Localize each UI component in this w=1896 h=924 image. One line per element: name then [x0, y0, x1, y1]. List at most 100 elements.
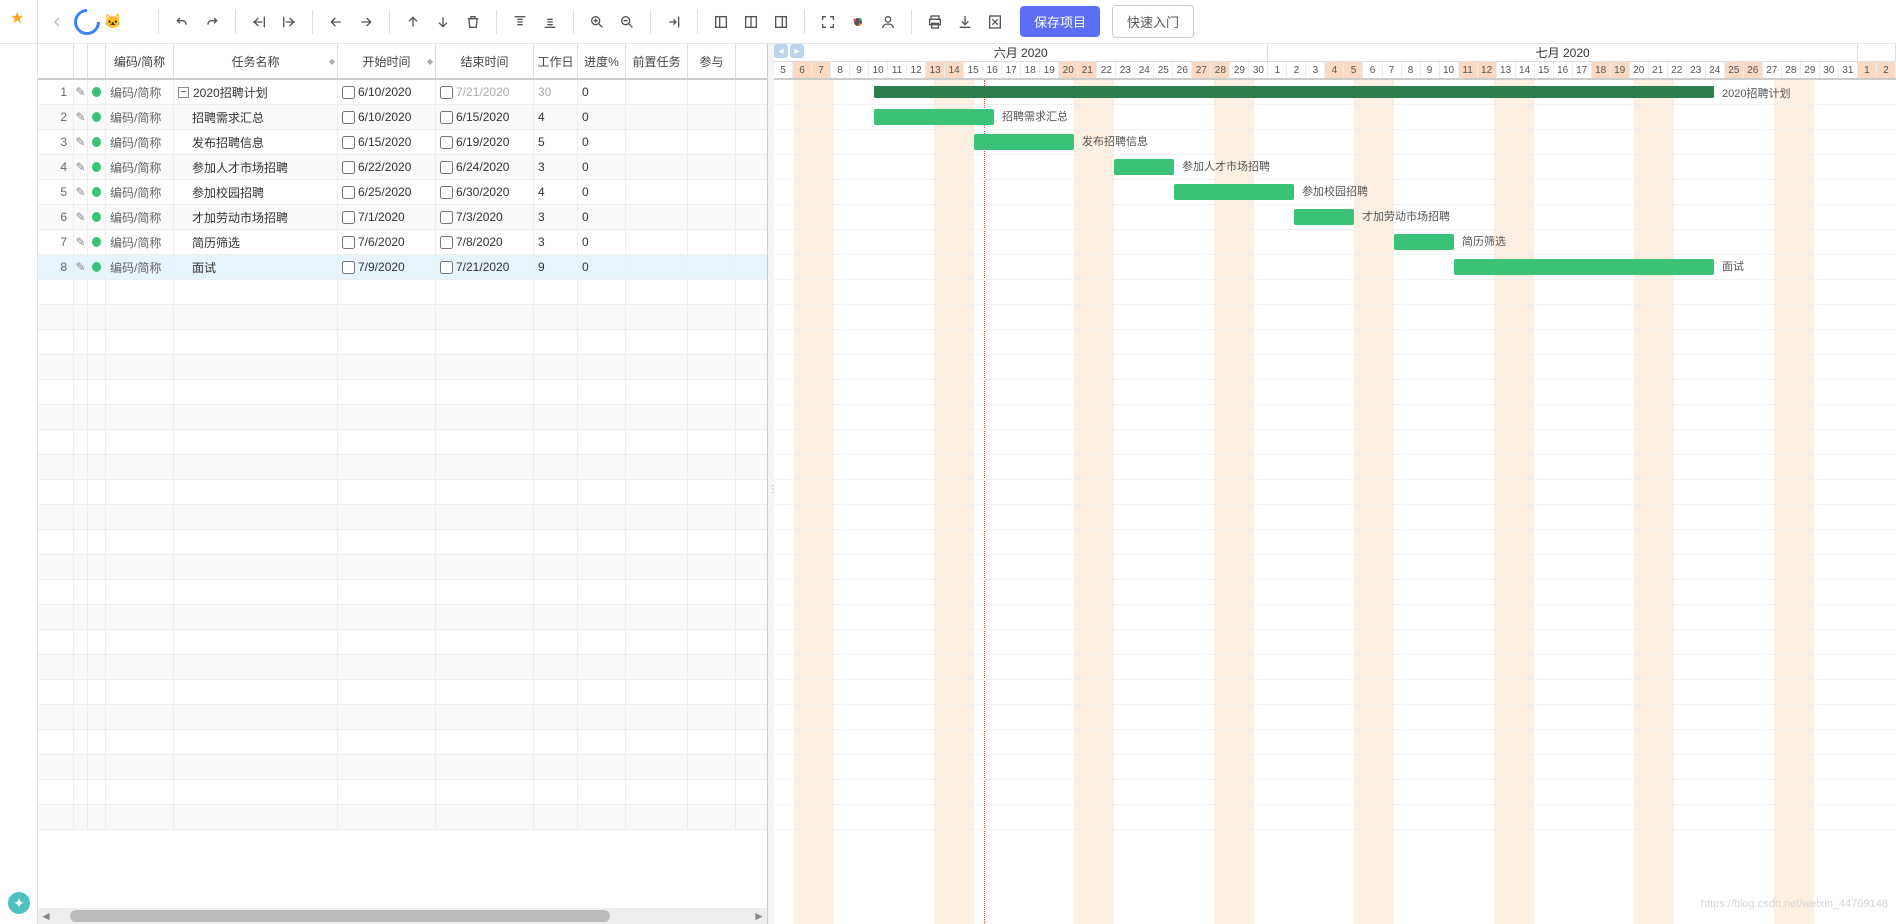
collapse-icon[interactable]: −: [178, 87, 189, 98]
gantt-row[interactable]: [774, 705, 1896, 730]
col-name[interactable]: 任务名称◆: [174, 44, 338, 78]
empty-row[interactable]: [38, 280, 767, 305]
cell-start[interactable]: 7/9/2020: [338, 255, 436, 279]
start-lock-checkbox[interactable]: [342, 86, 355, 99]
edit-icon[interactable]: ✎: [74, 130, 88, 154]
gantt-row[interactable]: 才加劳动市场招聘: [774, 205, 1896, 230]
col-end[interactable]: 结束时间: [436, 44, 534, 78]
task-row[interactable]: 8 ✎ 编码/简称 面试 7/9/2020 7/21/2020 9 0: [38, 255, 767, 280]
cell-predecessor[interactable]: [626, 130, 688, 154]
cell-name[interactable]: −2020招聘计划: [174, 80, 338, 104]
empty-row[interactable]: [38, 805, 767, 830]
layout-2-icon[interactable]: [738, 9, 764, 35]
edit-icon[interactable]: ✎: [74, 255, 88, 279]
export-excel-icon[interactable]: [982, 9, 1008, 35]
redo-icon[interactable]: [199, 9, 225, 35]
layout-3-icon[interactable]: [768, 9, 794, 35]
task-row[interactable]: 4 ✎ 编码/简称 参加人才市场招聘 6/22/2020 6/24/2020 3…: [38, 155, 767, 180]
gantt-row[interactable]: [774, 780, 1896, 805]
task-row[interactable]: 1 ✎ 编码/简称 −2020招聘计划 6/10/2020 7/21/2020 …: [38, 80, 767, 105]
align-bottom-icon[interactable]: [537, 9, 563, 35]
task-bar[interactable]: 招聘需求汇总: [874, 109, 994, 125]
undo-icon[interactable]: [169, 9, 195, 35]
goto-task-icon[interactable]: [661, 9, 687, 35]
move-up-icon[interactable]: [400, 9, 426, 35]
empty-row[interactable]: [38, 505, 767, 530]
cell-predecessor[interactable]: [626, 255, 688, 279]
col-resource[interactable]: 参与: [688, 44, 736, 78]
start-lock-checkbox[interactable]: [342, 161, 355, 174]
cell-progress[interactable]: 0: [578, 180, 626, 204]
move-left-icon[interactable]: [323, 9, 349, 35]
gantt-row[interactable]: [774, 730, 1896, 755]
outdent-icon[interactable]: [246, 9, 272, 35]
gantt-row[interactable]: 简历筛选: [774, 230, 1896, 255]
gantt-row[interactable]: [774, 655, 1896, 680]
gantt-row[interactable]: [774, 330, 1896, 355]
start-lock-checkbox[interactable]: [342, 211, 355, 224]
cell-days[interactable]: 3: [534, 230, 578, 254]
cell-progress[interactable]: 0: [578, 130, 626, 154]
cell-name[interactable]: 参加人才市场招聘: [174, 155, 338, 179]
cell-resource[interactable]: [688, 155, 736, 179]
cell-resource[interactable]: [688, 180, 736, 204]
empty-row[interactable]: [38, 380, 767, 405]
fullscreen-icon[interactable]: [815, 9, 841, 35]
cell-progress[interactable]: 0: [578, 255, 626, 279]
cell-resource[interactable]: [688, 230, 736, 254]
edit-icon[interactable]: ✎: [74, 155, 88, 179]
task-row[interactable]: 5 ✎ 编码/简称 参加校园招聘 6/25/2020 6/30/2020 4 0: [38, 180, 767, 205]
empty-row[interactable]: [38, 755, 767, 780]
cell-end[interactable]: 7/3/2020: [436, 205, 534, 229]
gantt-row[interactable]: [774, 455, 1896, 480]
gantt-row[interactable]: [774, 580, 1896, 605]
move-down-icon[interactable]: [430, 9, 456, 35]
edit-icon[interactable]: ✎: [74, 80, 88, 104]
gantt-row[interactable]: [774, 380, 1896, 405]
edit-icon[interactable]: ✎: [74, 230, 88, 254]
empty-row[interactable]: [38, 705, 767, 730]
end-lock-checkbox[interactable]: [440, 161, 453, 174]
gantt-row[interactable]: [774, 605, 1896, 630]
gantt-row[interactable]: [774, 680, 1896, 705]
empty-row[interactable]: [38, 455, 767, 480]
gantt-row[interactable]: [774, 530, 1896, 555]
empty-row[interactable]: [38, 355, 767, 380]
gantt-row[interactable]: 2020招聘计划: [774, 80, 1896, 105]
start-lock-checkbox[interactable]: [342, 111, 355, 124]
cell-name[interactable]: 才加劳动市场招聘: [174, 205, 338, 229]
gantt-row[interactable]: [774, 505, 1896, 530]
cell-code[interactable]: 编码/简称: [106, 205, 174, 229]
cell-start[interactable]: 6/10/2020: [338, 105, 436, 129]
cell-resource[interactable]: [688, 130, 736, 154]
cell-predecessor[interactable]: [626, 205, 688, 229]
empty-row[interactable]: [38, 530, 767, 555]
end-lock-checkbox[interactable]: [440, 186, 453, 199]
gantt-row[interactable]: 参加校园招聘: [774, 180, 1896, 205]
cell-code[interactable]: 编码/简称: [106, 105, 174, 129]
end-lock-checkbox[interactable]: [440, 261, 453, 274]
empty-row[interactable]: [38, 330, 767, 355]
cell-days[interactable]: 30: [534, 80, 578, 104]
cell-progress[interactable]: 0: [578, 105, 626, 129]
grid-body[interactable]: 1 ✎ 编码/简称 −2020招聘计划 6/10/2020 7/21/2020 …: [38, 80, 767, 908]
gantt-row[interactable]: [774, 305, 1896, 330]
empty-row[interactable]: [38, 630, 767, 655]
gantt-row[interactable]: [774, 480, 1896, 505]
layout-1-icon[interactable]: [708, 9, 734, 35]
task-bar[interactable]: 面试: [1454, 259, 1714, 275]
zoom-in-icon[interactable]: [584, 9, 610, 35]
timeline-next-icon[interactable]: ►: [790, 44, 804, 58]
cell-progress[interactable]: 0: [578, 80, 626, 104]
cell-start[interactable]: 6/10/2020: [338, 80, 436, 104]
cell-start[interactable]: 7/1/2020: [338, 205, 436, 229]
move-right-icon[interactable]: [353, 9, 379, 35]
cell-end[interactable]: 6/15/2020: [436, 105, 534, 129]
cell-name[interactable]: 面试: [174, 255, 338, 279]
start-lock-checkbox[interactable]: [342, 186, 355, 199]
cell-days[interactable]: 9: [534, 255, 578, 279]
cell-end[interactable]: 6/19/2020: [436, 130, 534, 154]
cell-predecessor[interactable]: [626, 230, 688, 254]
cell-progress[interactable]: 0: [578, 205, 626, 229]
cell-name[interactable]: 简历筛选: [174, 230, 338, 254]
